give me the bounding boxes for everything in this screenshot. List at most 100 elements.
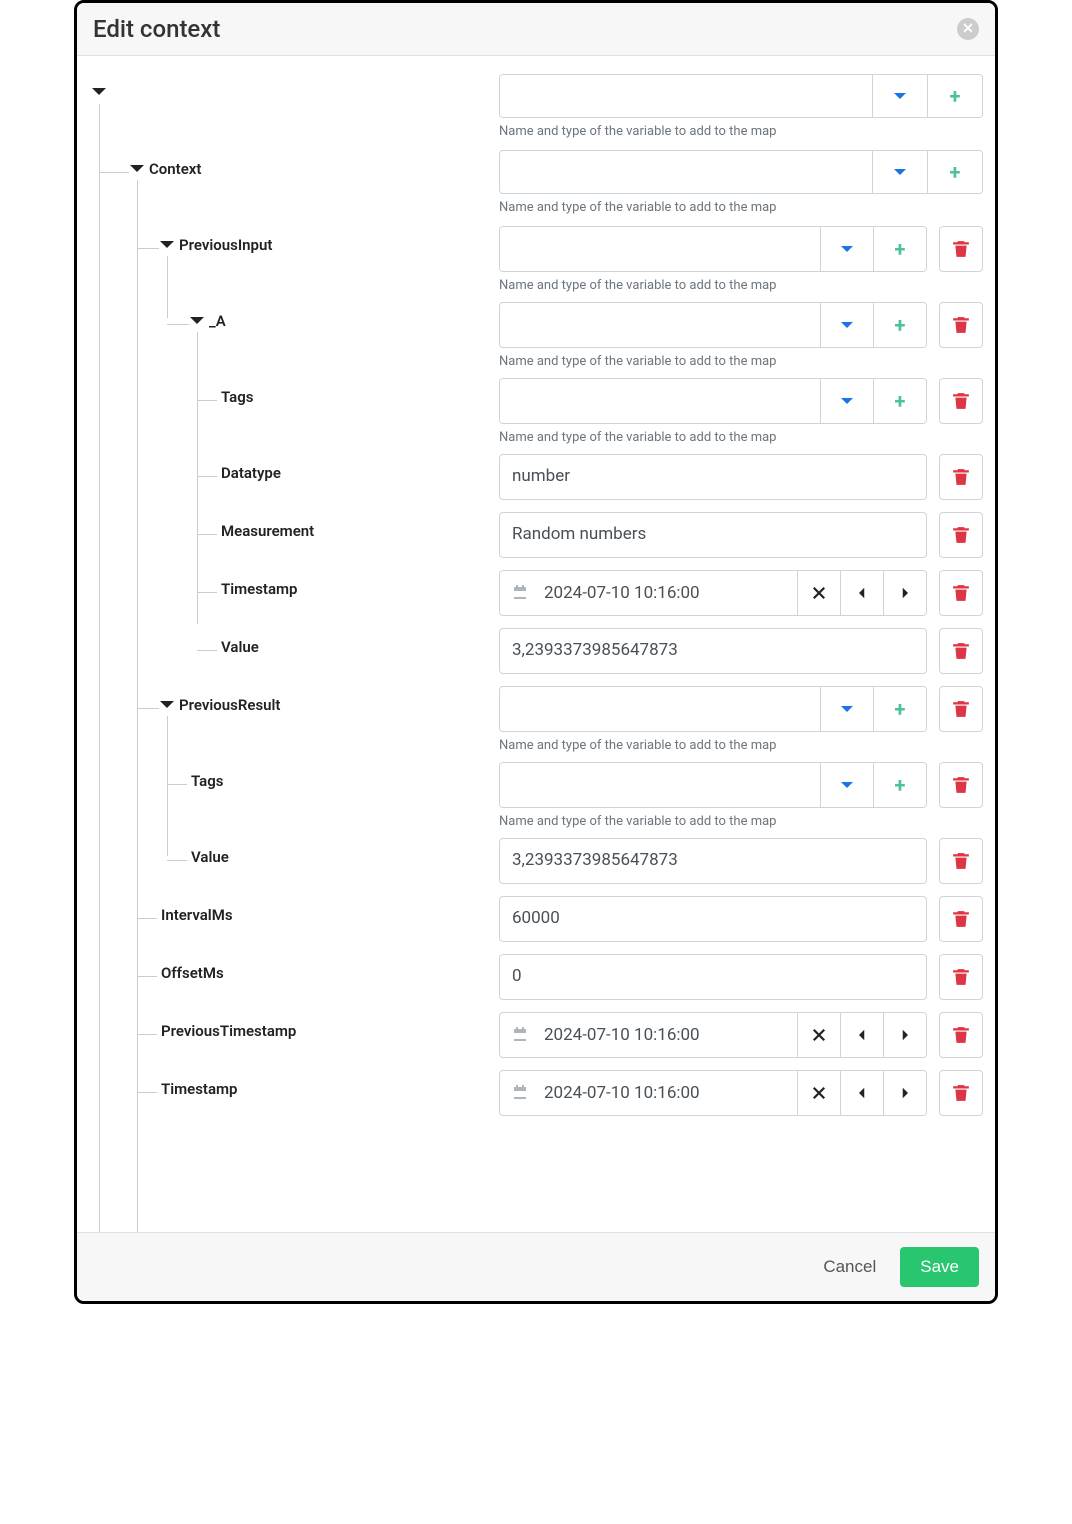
a-delete-button[interactable]: [939, 302, 983, 348]
chevron-down-icon[interactable]: [91, 84, 107, 100]
chevron-down-icon[interactable]: [189, 313, 205, 329]
tree-label-value-pr: Value: [191, 848, 229, 866]
trash-icon: [952, 700, 970, 718]
timestamp-a-next-button[interactable]: [883, 571, 926, 615]
plus-icon: +: [950, 162, 961, 182]
tree-label-offsetms: OffsetMs: [161, 964, 224, 982]
tags-a-variable-name-input[interactable]: [500, 379, 820, 423]
offsetms-input[interactable]: 0: [499, 954, 927, 1000]
dialog: Edit context ✕ +: [74, 0, 998, 1304]
previousresult-add-button[interactable]: +: [873, 687, 926, 731]
timestamp-a-datetime-input[interactable]: 2024-07-10 10:16:00: [540, 571, 797, 615]
previoustimestamp-clear-button[interactable]: [797, 1013, 840, 1057]
helper-text: Name and type of the variable to add to …: [499, 814, 983, 829]
previousinput-type-dropdown[interactable]: [820, 227, 873, 271]
tree-label-tags-pr: Tags: [191, 772, 224, 790]
previousinput-add-button[interactable]: +: [873, 227, 926, 271]
trash-icon: [952, 240, 970, 258]
value-a-input[interactable]: 3,2393373985647873: [499, 628, 927, 674]
previousresult-variable-name-input[interactable]: [500, 687, 820, 731]
intervalms-delete-button[interactable]: [939, 896, 983, 942]
chevron-down-icon: [839, 241, 855, 257]
tree-label-context: Context: [149, 160, 201, 178]
chevron-right-icon: [899, 586, 911, 600]
helper-text: Name and type of the variable to add to …: [499, 738, 983, 753]
chevron-down-icon: [839, 777, 855, 793]
tags-pr-type-dropdown[interactable]: [820, 763, 873, 807]
previousinput-delete-button[interactable]: [939, 226, 983, 272]
plus-icon: +: [950, 86, 961, 106]
chevron-down-icon: [892, 88, 908, 104]
datatype-delete-button[interactable]: [939, 454, 983, 500]
close-icon: [812, 1086, 826, 1100]
trash-icon: [952, 584, 970, 602]
timestamp-a-clear-button[interactable]: [797, 571, 840, 615]
tree-label-a: _A: [209, 312, 226, 330]
value-pr-input[interactable]: 3,2393373985647873: [499, 838, 927, 884]
chevron-left-icon: [856, 1086, 868, 1100]
trash-icon: [952, 642, 970, 660]
value-pr-delete-button[interactable]: [939, 838, 983, 884]
timestamp-next-button[interactable]: [883, 1071, 926, 1115]
a-add-button[interactable]: +: [873, 303, 926, 347]
intervalms-input[interactable]: 60000: [499, 896, 927, 942]
previoustimestamp-datetime-input[interactable]: 2024-07-10 10:16:00: [540, 1013, 797, 1057]
tree-label-timestamp-a: Timestamp: [221, 580, 298, 598]
tags-pr-delete-button[interactable]: [939, 762, 983, 808]
datatype-input[interactable]: number: [499, 454, 927, 500]
measurement-delete-button[interactable]: [939, 512, 983, 558]
context-type-dropdown[interactable]: [872, 151, 927, 193]
chevron-down-icon: [892, 164, 908, 180]
timestamp-prev-button[interactable]: [840, 1071, 883, 1115]
tags-a-delete-button[interactable]: [939, 378, 983, 424]
previoustimestamp-prev-button[interactable]: [840, 1013, 883, 1057]
context-add-button[interactable]: +: [927, 151, 982, 193]
root-type-dropdown[interactable]: [872, 75, 927, 117]
timestamp-delete-button[interactable]: [939, 1070, 983, 1116]
previousresult-type-dropdown[interactable]: [820, 687, 873, 731]
timestamp-datetime-input[interactable]: 2024-07-10 10:16:00: [540, 1071, 797, 1115]
tags-a-add-button[interactable]: +: [873, 379, 926, 423]
previousresult-delete-button[interactable]: [939, 686, 983, 732]
tags-pr-add-button[interactable]: +: [873, 763, 926, 807]
chevron-down-icon[interactable]: [159, 697, 175, 713]
timestamp-a-delete-button[interactable]: [939, 570, 983, 616]
cancel-button[interactable]: Cancel: [817, 1256, 882, 1278]
dialog-header: Edit context ✕: [77, 3, 995, 56]
tags-a-type-dropdown[interactable]: [820, 379, 873, 423]
root-variable-seg: +: [499, 74, 983, 118]
chevron-down-icon[interactable]: [159, 237, 175, 253]
context-variable-name-input[interactable]: [500, 151, 872, 193]
chevron-down-icon[interactable]: [129, 161, 145, 177]
value-a-delete-button[interactable]: [939, 628, 983, 674]
close-button[interactable]: ✕: [957, 18, 979, 40]
save-button[interactable]: Save: [900, 1247, 979, 1287]
chevron-down-icon: [839, 701, 855, 717]
dialog-body: + Name and type of the variable to add t…: [77, 56, 995, 1232]
trash-icon: [952, 1084, 970, 1102]
tree-label-previousresult: PreviousResult: [179, 696, 280, 714]
chevron-left-icon: [856, 1028, 868, 1042]
a-variable-name-input[interactable]: [500, 303, 820, 347]
timestamp-clear-button[interactable]: [797, 1071, 840, 1115]
trash-icon: [952, 392, 970, 410]
trash-icon: [952, 526, 970, 544]
tags-pr-variable-name-input[interactable]: [500, 763, 820, 807]
measurement-input[interactable]: Random numbers: [499, 512, 927, 558]
timestamp-a-prev-button[interactable]: [840, 571, 883, 615]
root-add-button[interactable]: +: [927, 75, 982, 117]
previoustimestamp-delete-button[interactable]: [939, 1012, 983, 1058]
trash-icon: [952, 776, 970, 794]
a-type-dropdown[interactable]: [820, 303, 873, 347]
previoustimestamp-next-button[interactable]: [883, 1013, 926, 1057]
trash-icon: [952, 852, 970, 870]
previousinput-variable-name-input[interactable]: [500, 227, 820, 271]
trash-icon: [952, 316, 970, 334]
helper-text: Name and type of the variable to add to …: [499, 278, 983, 293]
plus-icon: +: [895, 775, 906, 795]
close-icon: ✕: [962, 22, 974, 36]
calendar-icon: [500, 1071, 540, 1115]
offsetms-delete-button[interactable]: [939, 954, 983, 1000]
tree-label-timestamp: Timestamp: [161, 1080, 238, 1098]
root-variable-name-input[interactable]: [500, 75, 872, 117]
